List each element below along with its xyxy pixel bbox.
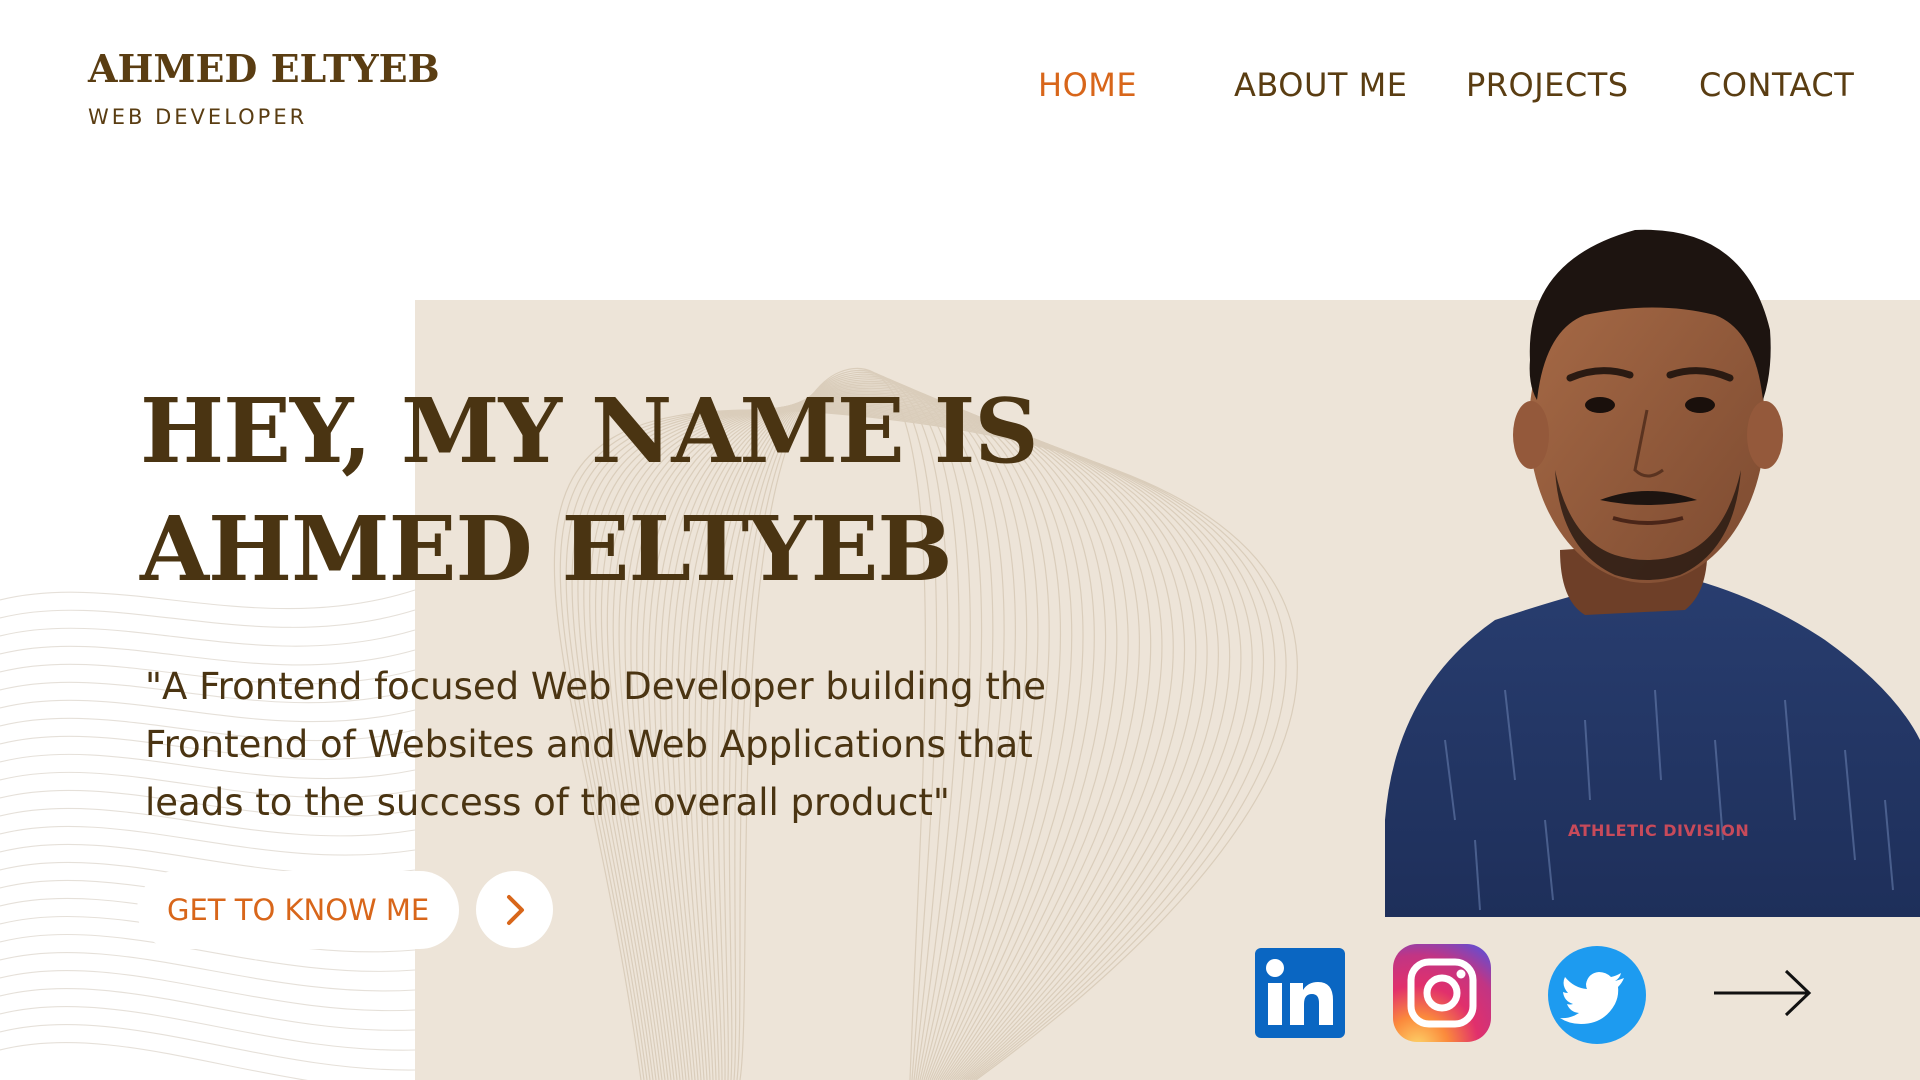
- get-to-know-me-button[interactable]: GET TO KNOW ME: [137, 871, 459, 949]
- nav-about-me[interactable]: ABOUT ME: [1234, 66, 1407, 104]
- nav-home[interactable]: HOME: [1038, 66, 1137, 104]
- wave-line: [0, 627, 416, 647]
- cta-arrow-button[interactable]: [476, 871, 553, 948]
- twitter-icon[interactable]: [1548, 946, 1646, 1044]
- nav-contact[interactable]: CONTACT: [1699, 66, 1854, 104]
- main-nav: HOME ABOUT ME PROJECTS CONTACT: [0, 66, 1920, 106]
- headline-line-1: HEY, MY NAME IS: [140, 378, 1039, 483]
- wave-line: [0, 1024, 416, 1071]
- linkedin-icon[interactable]: [1255, 948, 1345, 1038]
- wave-line: [0, 951, 416, 992]
- arrow-right-icon[interactable]: [1712, 965, 1814, 1021]
- nav-projects[interactable]: PROJECTS: [1466, 66, 1629, 104]
- wave-line: [0, 609, 416, 628]
- shirt-print: ATHLETIC DIVISION: [1568, 821, 1749, 840]
- profile-photo: ATHLETIC DIVISION: [1385, 229, 1920, 917]
- wave-line: [0, 843, 416, 875]
- portfolio-page: AHMED ELTYEB WEB DEVELOPER HOME ABOUT ME…: [0, 0, 1920, 1080]
- instagram-icon[interactable]: [1393, 944, 1491, 1042]
- chevron-right-icon: [506, 894, 524, 925]
- headline-line-2: AHMED ELTYEB: [140, 496, 953, 601]
- cta-label: GET TO KNOW ME: [167, 893, 430, 927]
- brand-role: WEB DEVELOPER: [88, 105, 308, 129]
- hero-headline: HEY, MY NAME IS AHMED ELTYEB: [140, 372, 1039, 608]
- hero-tagline: "A Frontend focused Web Developer buildi…: [145, 665, 1047, 824]
